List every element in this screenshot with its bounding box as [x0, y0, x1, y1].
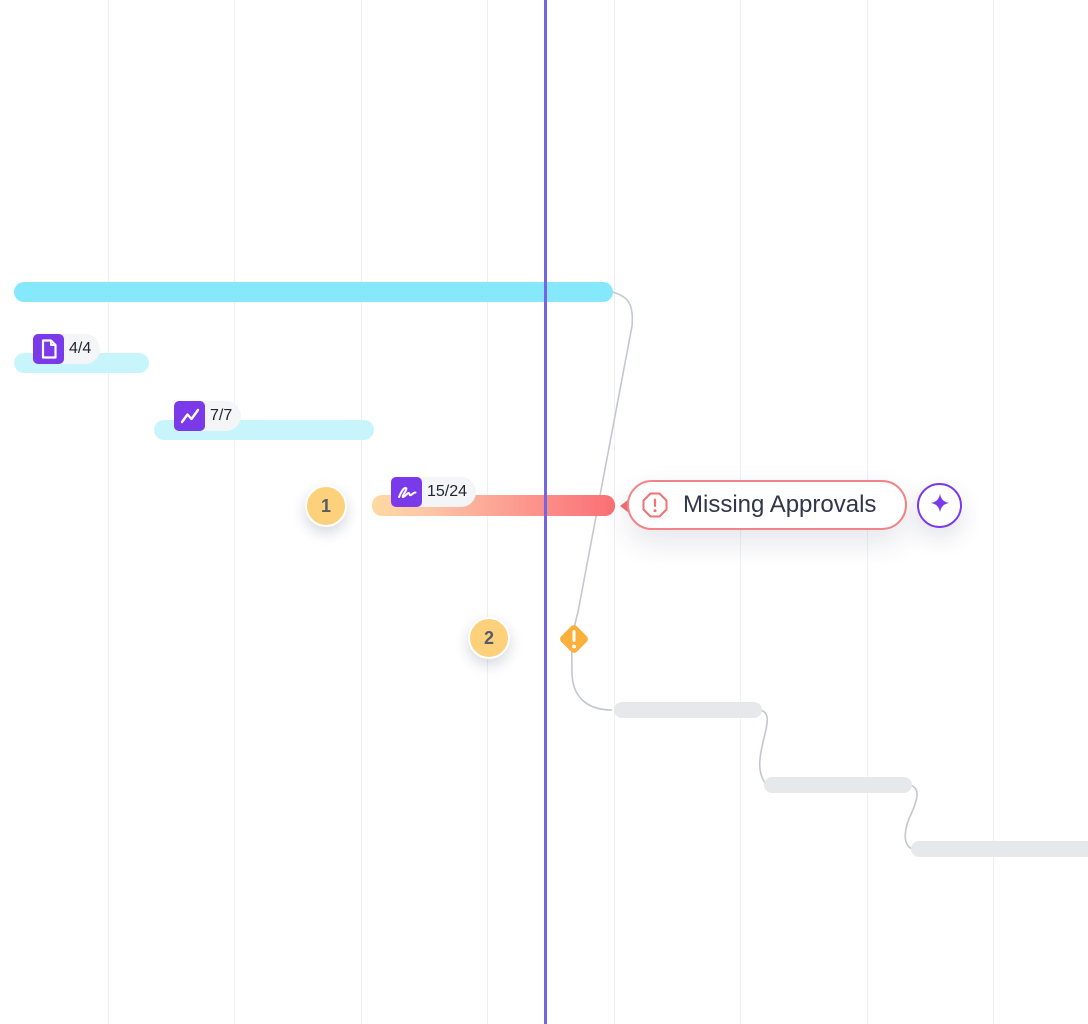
- ai-assist-button[interactable]: [917, 483, 962, 528]
- missing-approvals-alert[interactable]: Missing Approvals: [627, 480, 907, 530]
- trend-chart-icon: [174, 401, 205, 431]
- sparkle-icon: [929, 492, 951, 519]
- dependency-connector: [758, 709, 769, 785]
- task-count: 7/7: [210, 407, 233, 424]
- task-bar-upcoming[interactable]: [614, 702, 762, 718]
- task-count: 4/4: [69, 340, 92, 357]
- signature-icon: [391, 477, 422, 507]
- step-marker-1[interactable]: 1: [305, 485, 347, 527]
- task-count: 15/24: [427, 483, 468, 500]
- document-icon: [33, 334, 64, 364]
- task-bar-upcoming[interactable]: [764, 777, 912, 793]
- alert-octagon-icon: [641, 491, 669, 519]
- gantt-timeline: 4/4 7/7 15/24 1 2 Missing Approvals: [0, 0, 1088, 1024]
- alert-text: Missing Approvals: [683, 491, 877, 518]
- task-badge-documents[interactable]: 4/4: [33, 334, 101, 364]
- task-badge-signatures[interactable]: 15/24: [391, 477, 477, 507]
- today-line: [544, 0, 547, 1024]
- task-bar-phase[interactable]: [14, 282, 613, 302]
- step-marker-2[interactable]: 2: [468, 617, 510, 659]
- dependency-connector: [904, 784, 918, 850]
- warning-diamond-icon[interactable]: [556, 621, 592, 657]
- task-bar-upcoming[interactable]: [911, 841, 1088, 857]
- task-badge-analytics[interactable]: 7/7: [174, 401, 242, 431]
